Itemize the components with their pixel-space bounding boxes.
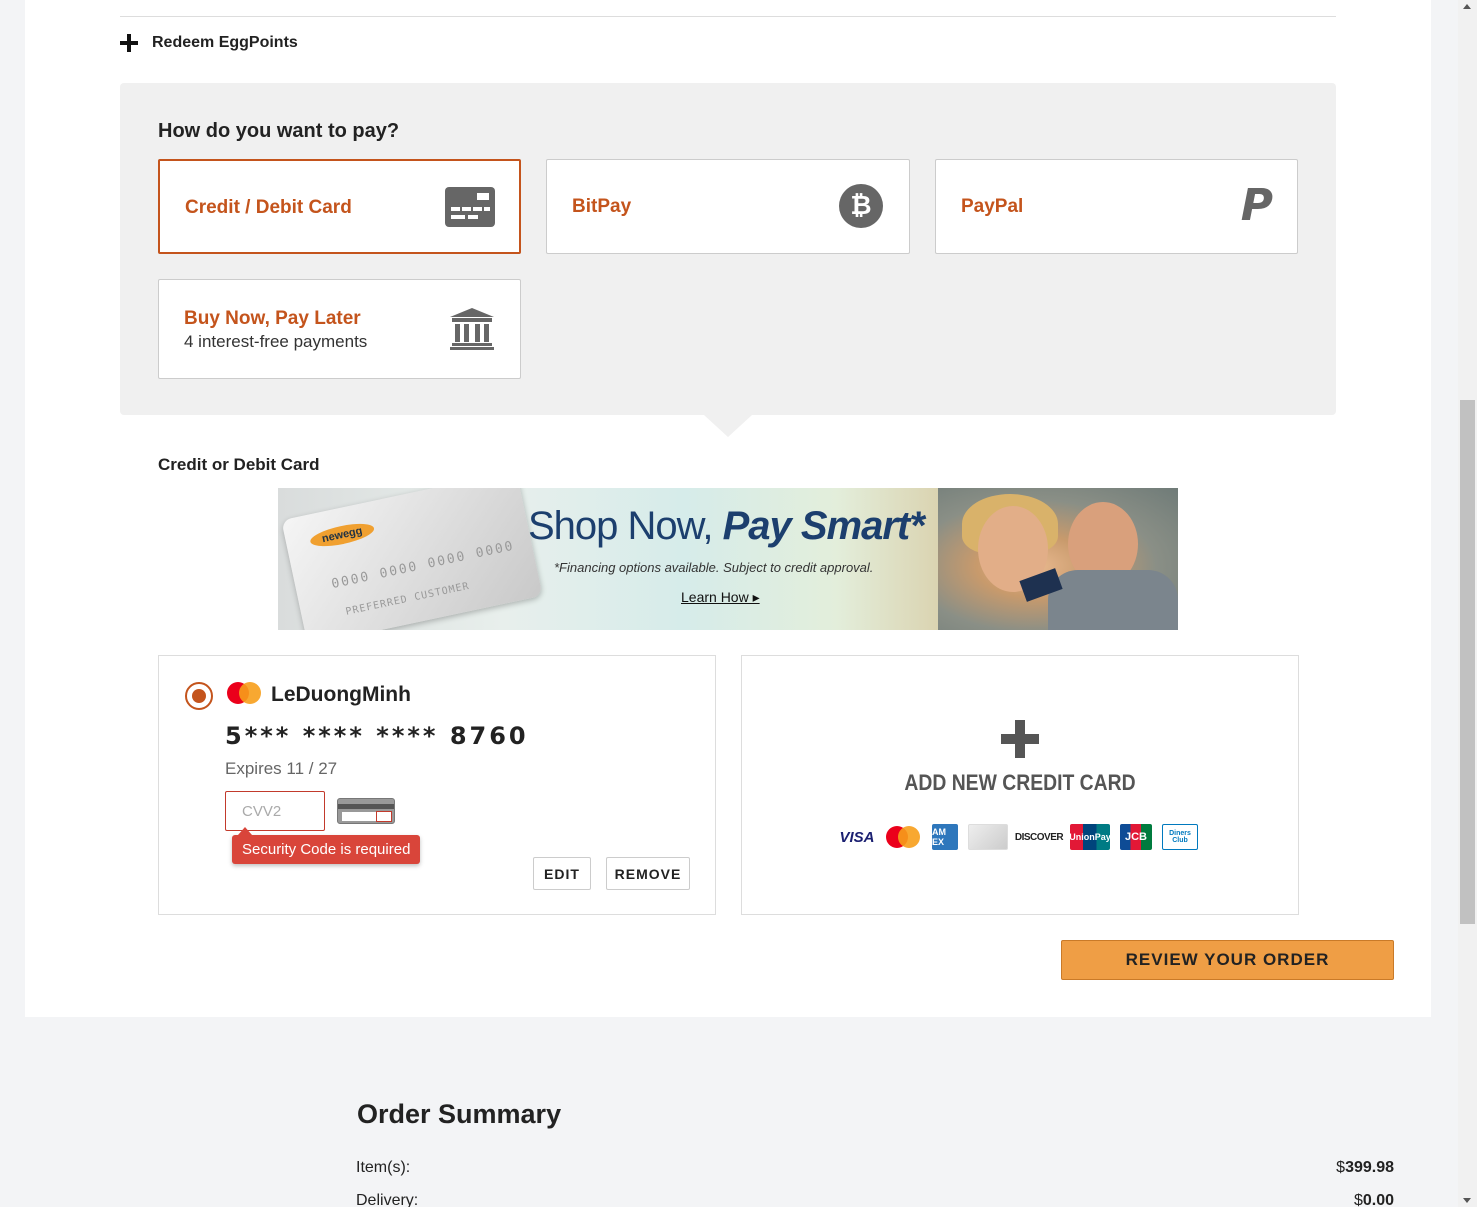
payment-option-buy-now-pay-later[interactable]: Buy Now, Pay Later 4 interest-free payme…: [158, 279, 521, 379]
bitcoin-icon: ₿: [839, 184, 883, 228]
add-new-card-label: ADD NEW CREDIT CARD: [904, 770, 1136, 795]
add-new-card-tile[interactable]: ADD NEW CREDIT CARD VISA AM EX DISCOVER …: [741, 655, 1299, 915]
bank-icon: [450, 308, 494, 350]
summary-row-value: $399.98: [1336, 1159, 1394, 1177]
payment-option-label: Buy Now, Pay Later: [184, 308, 361, 329]
banner-note: *Financing options available. Subject to…: [554, 560, 874, 575]
mastercard-icon: [886, 824, 922, 850]
payment-option-label: Credit / Debit Card: [185, 197, 352, 218]
section-divider: [120, 16, 1336, 17]
currency-symbol: $: [1336, 1159, 1346, 1176]
summary-amount: 399.98: [1345, 1159, 1394, 1176]
mastercard-icon: [227, 682, 263, 708]
review-order-button[interactable]: REVIEW YOUR ORDER: [1061, 940, 1394, 980]
remove-card-button[interactable]: REMOVE: [606, 857, 690, 890]
generic-card-icon: [968, 824, 1008, 850]
summary-row-label: Item(s):: [356, 1159, 411, 1176]
payment-option-credit-card[interactable]: Credit / Debit Card: [158, 159, 521, 254]
card-expiry: Expires 11 / 27: [225, 759, 338, 778]
summary-row-items: Item(s): $399.98: [356, 1159, 1394, 1177]
payment-method-title: How do you want to pay?: [158, 120, 400, 142]
redeem-eggpoints-label: Redeem EggPoints: [152, 34, 298, 51]
banner-card-image: newegg 0000 0000 0000 0000 PREFERRED CUS…: [281, 488, 543, 630]
order-summary-title: Order Summary: [357, 1099, 562, 1129]
payment-option-label: PayPal: [961, 196, 1024, 217]
diners-club-icon: Diners Club: [1162, 824, 1198, 850]
summary-row-value: $0.00: [1354, 1192, 1394, 1207]
masked-card-number: 5*** **** **** 8760: [225, 722, 529, 750]
scrollbar-thumb[interactable]: [1460, 400, 1475, 924]
banner-headline-bold: Pay Smart*: [722, 504, 925, 548]
visa-icon: VISA: [838, 824, 876, 850]
saved-card-radio[interactable]: [185, 682, 213, 710]
jcb-icon: JCB: [1120, 824, 1152, 850]
plus-icon: [1001, 720, 1039, 758]
credit-card-section-heading: Credit or Debit Card: [158, 455, 320, 474]
banner-card-holder: PREFERRED CUSTOMER: [344, 580, 471, 618]
card-holder-name: LeDuongMinh: [271, 683, 411, 706]
cvv-error-tooltip: Security Code is required: [232, 827, 421, 864]
payment-option-paypal[interactable]: PayPal P: [935, 159, 1298, 254]
vertical-scrollbar[interactable]: [1458, 0, 1477, 1207]
summary-amount: 0.00: [1362, 1192, 1394, 1207]
summary-row-delivery: Delivery: $0.00: [356, 1192, 1394, 1207]
summary-row-label: Delivery:: [356, 1192, 419, 1207]
newegg-logo: newegg: [308, 519, 376, 551]
discover-icon: DISCOVER: [1015, 824, 1064, 850]
financing-banner[interactable]: newegg 0000 0000 0000 0000 PREFERRED CUS…: [278, 488, 1178, 630]
cvv-hint-icon: [337, 798, 395, 824]
payment-option-sublabel: 4 interest-free payments: [184, 332, 368, 351]
banner-headline: Shop Now, Pay Smart*: [528, 504, 925, 549]
unionpay-icon: UnionPay: [1069, 824, 1111, 850]
paypal-icon: P: [1240, 180, 1273, 231]
amex-icon: AM EX: [932, 824, 958, 850]
banner-headline-regular: Shop Now,: [528, 504, 723, 548]
plus-icon: [120, 34, 138, 52]
scroll-down-arrow-icon[interactable]: [1463, 1198, 1471, 1203]
banner-photo: [938, 488, 1178, 630]
payment-option-bitpay[interactable]: BitPay ₿: [546, 159, 910, 254]
saved-card-tile: LeDuongMinh 5*** **** **** 8760 Expires …: [158, 655, 716, 915]
edit-card-button[interactable]: EDIT: [533, 857, 591, 890]
cvv-input[interactable]: [225, 791, 325, 831]
redeem-eggpoints-toggle[interactable]: Redeem EggPoints: [120, 34, 298, 52]
payment-option-label: BitPay: [572, 196, 632, 217]
selected-option-pointer: [704, 415, 752, 437]
learn-how-link[interactable]: Learn How ▸: [681, 589, 760, 606]
scroll-up-arrow-icon[interactable]: [1463, 4, 1471, 9]
accepted-card-brands: VISA AM EX DISCOVER UnionPay JCB Diners …: [838, 824, 1198, 850]
currency-symbol: $: [1353, 1192, 1363, 1207]
credit-card-icon: [445, 187, 495, 227]
banner-card-number: 0000 0000 0000 0000: [330, 538, 517, 593]
